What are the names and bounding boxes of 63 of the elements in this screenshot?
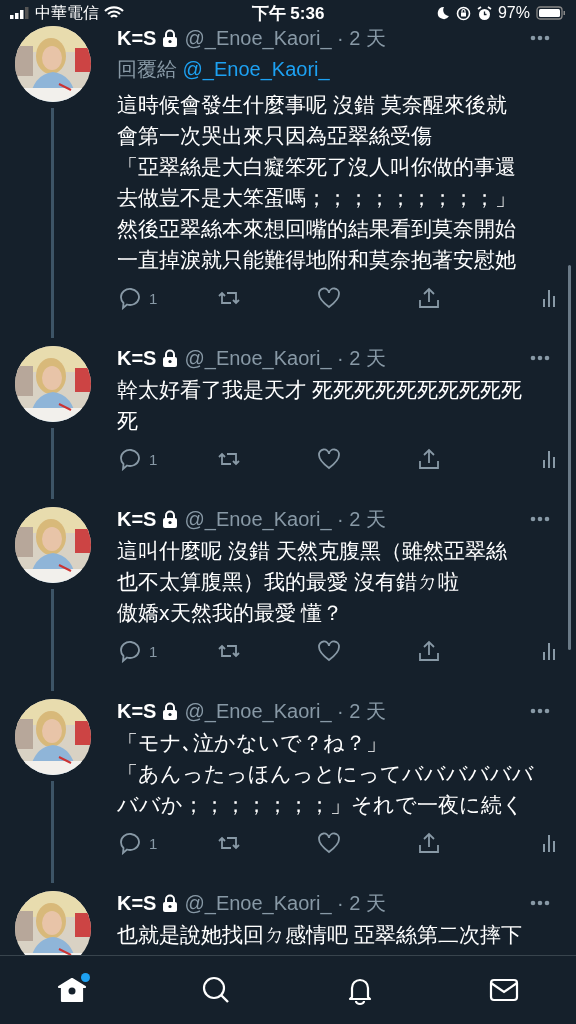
tweet-text-line: 「亞翠絲是大白癡笨死了沒人叫你做的事還 bbox=[117, 154, 516, 180]
wifi-icon bbox=[104, 6, 124, 20]
reply-count: 1 bbox=[149, 289, 158, 307]
tweet-text-line: 去做豈不是大笨蛋嗎；；；；；；；；；」 bbox=[117, 185, 516, 211]
share-icon[interactable] bbox=[417, 831, 441, 855]
mention-link[interactable]: @_Enoe_Kaori_ bbox=[182, 58, 330, 80]
lock-icon bbox=[161, 510, 180, 528]
clock-time: 下午 5:36 bbox=[251, 2, 325, 25]
tweet-text-line: 這叫什麼呢 沒錯 天然克腹黑（雖然亞翠絲 bbox=[117, 538, 507, 564]
tweet-text-line: 然後亞翠絲本來想回嘴的結果看到莫奈開始 bbox=[117, 216, 516, 242]
display-name[interactable]: K=S bbox=[117, 26, 157, 50]
handle-and-time: @_Enoe_Kaori_ · 2 天 bbox=[184, 506, 386, 533]
display-name[interactable]: K=S bbox=[117, 699, 157, 723]
reply-count: 1 bbox=[149, 450, 158, 468]
lock-icon bbox=[161, 894, 180, 912]
lock-icon bbox=[161, 349, 180, 367]
alarm-icon bbox=[476, 5, 492, 21]
display-name[interactable]: K=S bbox=[117, 346, 157, 370]
more-icon[interactable] bbox=[530, 35, 550, 41]
reply-icon[interactable] bbox=[117, 447, 141, 471]
tweet-text-line: 一直掉淚就只能難得地附和莫奈抱著安慰她 bbox=[117, 247, 516, 273]
more-icon[interactable] bbox=[530, 900, 550, 906]
moon-icon bbox=[435, 6, 450, 20]
display-name[interactable]: K=S bbox=[117, 507, 157, 531]
more-icon[interactable] bbox=[530, 708, 550, 714]
reply-to-line: 回覆給 @_Enoe_Kaori_ bbox=[117, 57, 331, 83]
scrollbar[interactable] bbox=[568, 265, 571, 650]
heart-icon[interactable] bbox=[317, 286, 341, 310]
tweet-text-line: 也不太算腹黑）我的最愛 沒有錯ㄉ啦 bbox=[117, 569, 459, 595]
tweet-text-line: 這時候會發生什麼事呢 沒錯 莫奈醒來後就 bbox=[117, 92, 507, 118]
handle-and-time: @_Enoe_Kaori_ · 2 天 bbox=[184, 890, 386, 917]
handle-and-time: @_Enoe_Kaori_ · 2 天 bbox=[184, 698, 386, 725]
reply-count: 1 bbox=[149, 834, 158, 852]
carrier-name: 中華電信 bbox=[35, 2, 99, 23]
tweet-text-line: 死 bbox=[117, 408, 138, 434]
tweet-text-line: 「あんったっほんっとにってババババババ bbox=[117, 761, 534, 787]
more-icon[interactable] bbox=[530, 355, 550, 361]
lock-icon bbox=[161, 702, 180, 720]
signal-icon bbox=[10, 7, 30, 19]
lock-icon bbox=[161, 29, 180, 47]
share-icon[interactable] bbox=[417, 639, 441, 663]
tweet-text-line: 也就是說她找回ㄉ感情吧 亞翠絲第二次摔下 bbox=[117, 922, 522, 948]
tweet-text-line: 傲嬌x天然我的最愛 懂？ bbox=[117, 600, 344, 626]
reply-count: 1 bbox=[149, 642, 158, 660]
share-icon[interactable] bbox=[417, 447, 441, 471]
display-name[interactable]: K=S bbox=[117, 891, 157, 915]
more-icon[interactable] bbox=[530, 516, 550, 522]
heart-icon[interactable] bbox=[317, 447, 341, 471]
tweet-text-line: ババか；；；；；；；」それで一夜に続く bbox=[117, 792, 524, 818]
share-icon[interactable] bbox=[417, 286, 441, 310]
reply-icon[interactable] bbox=[117, 639, 141, 663]
rotation-lock-icon bbox=[455, 5, 471, 21]
reply-icon[interactable] bbox=[117, 286, 141, 310]
tweet-text-line: 「モナ､泣かないで？ね？」 bbox=[117, 730, 387, 756]
tweet-text-line: 幹太好看了我是天才 死死死死死死死死死死 bbox=[117, 377, 522, 403]
handle-and-time: @_Enoe_Kaori_ · 2 天 bbox=[184, 345, 386, 372]
tweet-text-line: 會第一次哭出來只因為亞翠絲受傷 bbox=[117, 123, 432, 149]
battery-percent: 97% bbox=[497, 4, 530, 22]
heart-icon[interactable] bbox=[317, 831, 341, 855]
handle-and-time: @_Enoe_Kaori_ · 2 天 bbox=[184, 26, 386, 52]
reply-icon[interactable] bbox=[117, 831, 141, 855]
heart-icon[interactable] bbox=[317, 639, 341, 663]
battery-icon bbox=[536, 6, 566, 20]
